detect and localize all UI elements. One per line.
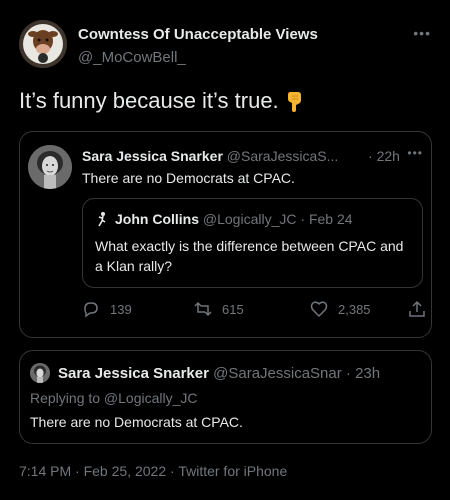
tweet-text-content: It’s funny because it’s true. (19, 88, 279, 113)
like-action[interactable]: 2,385 (310, 300, 371, 318)
share-icon (409, 300, 425, 317)
quoted-author-handle[interactable]: @SaraJessicaS... (227, 148, 338, 164)
nested-tweet-text: What exactly is the difference between C… (95, 238, 404, 274)
heart-icon (310, 301, 328, 318)
quoted-tweet-header: Sara Jessica Snarker @SaraJessicaS... (82, 148, 338, 164)
reply-author-name[interactable]: Sara Jessica Snarker (58, 365, 209, 382)
reply-tweet-card[interactable]: Sara Jessica Snarker @SaraJessicaSnar · … (19, 350, 432, 444)
quoted-author-avatar[interactable] (28, 145, 72, 189)
portrait-avatar-icon (28, 145, 72, 189)
author-name[interactable]: Cowntess Of Unacceptable Views (78, 26, 318, 43)
portrait-avatar-icon (30, 363, 50, 383)
cow-avatar-icon (19, 20, 67, 68)
quoted-time-value: 22h (376, 148, 400, 164)
nested-separator: · (300, 211, 306, 227)
author-avatar[interactable] (19, 20, 67, 68)
nested-author-handle[interactable]: @Logically_JC (203, 211, 297, 227)
tweet-date[interactable]: Feb 25, 2022 (84, 463, 167, 479)
quoted-tweet-actions: 139 615 2,385 (82, 300, 427, 324)
replying-to[interactable]: Replying to @Logically_JC (30, 390, 198, 406)
meta-separator: · (170, 463, 175, 479)
tweet-client[interactable]: Twitter for iPhone (178, 463, 287, 479)
nested-tweet-header: John Collins @Logically_JC · Feb 24 (95, 211, 353, 227)
quoted-more-options-icon[interactable]: ••• (407, 147, 423, 159)
tweet-meta: 7:14 PM · Feb 25, 2022 · Twitter for iPh… (19, 463, 287, 479)
tweet-text: It’s funny because it’s true. (19, 88, 305, 114)
like-count: 2,385 (338, 301, 371, 317)
pointing-down-hand-emoji-icon (283, 90, 305, 112)
reply-author-avatar[interactable] (30, 363, 50, 383)
nested-tweet-date[interactable]: Feb 24 (309, 211, 353, 227)
retweet-count: 615 (222, 301, 244, 317)
reply-action[interactable]: 139 (82, 300, 132, 318)
retweet-action[interactable]: 615 (194, 300, 244, 318)
meta-separator: · (75, 463, 80, 479)
quoted-author-name[interactable]: Sara Jessica Snarker (82, 148, 223, 164)
quoted-tweet-card[interactable]: Sara Jessica Snarker @SaraJessicaS... · … (19, 131, 432, 338)
tweet-header: Cowntess Of Unacceptable Views @_MoCowBe… (19, 20, 431, 72)
figure-avatar-icon (95, 211, 109, 227)
share-action[interactable] (408, 300, 436, 318)
reply-tweet-time[interactable]: 23h (355, 365, 380, 382)
retweet-icon (194, 301, 212, 317)
quoted-tweet-time[interactable]: · 22h (368, 148, 400, 164)
author-handle[interactable]: @_MoCowBell_ (78, 49, 186, 66)
reply-tweet-header: Sara Jessica Snarker @SaraJessicaSnar · … (58, 365, 380, 382)
reply-icon (84, 302, 98, 318)
nested-author-name[interactable]: John Collins (115, 211, 199, 227)
reply-author-handle[interactable]: @SaraJessicaSnar (213, 365, 342, 382)
reply-count: 139 (110, 301, 132, 317)
more-options-icon[interactable]: ••• (413, 26, 431, 40)
nested-quoted-tweet-card[interactable]: John Collins @Logically_JC · Feb 24 What… (82, 198, 423, 288)
reply-separator: · (345, 365, 351, 382)
quoted-tweet-text: There are no Democrats at CPAC. (82, 170, 295, 186)
reply-tweet-text: There are no Democrats at CPAC. (30, 414, 243, 430)
tweet-time[interactable]: 7:14 PM (19, 463, 71, 479)
